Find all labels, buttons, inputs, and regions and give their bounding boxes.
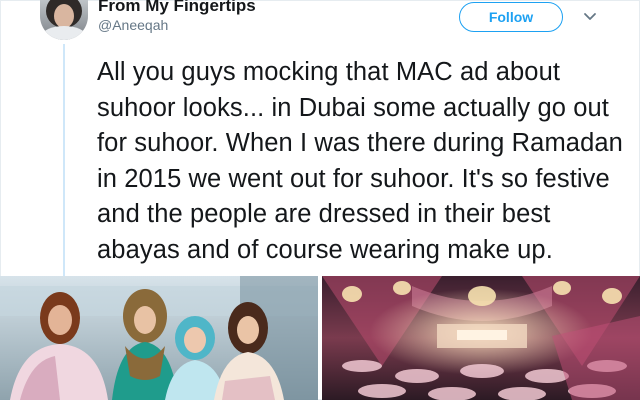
tweet-photo-hall[interactable] [322, 276, 640, 400]
chevron-down-icon[interactable] [582, 8, 598, 24]
tweet-photo-women[interactable] [0, 276, 318, 400]
follow-button[interactable]: Follow [459, 2, 563, 32]
display-name[interactable]: From My Fingertips [98, 0, 256, 16]
thread-line [63, 44, 65, 278]
avatar-face [54, 4, 74, 28]
women-photo-image [0, 276, 318, 400]
avatar-shirt [42, 26, 86, 40]
tweet-text: All you guys mocking that MAC ad about s… [97, 58, 623, 264]
user-handle[interactable]: @Aneeqah [98, 17, 168, 33]
hall-photo-image [322, 276, 640, 400]
avatar[interactable] [40, 0, 88, 40]
